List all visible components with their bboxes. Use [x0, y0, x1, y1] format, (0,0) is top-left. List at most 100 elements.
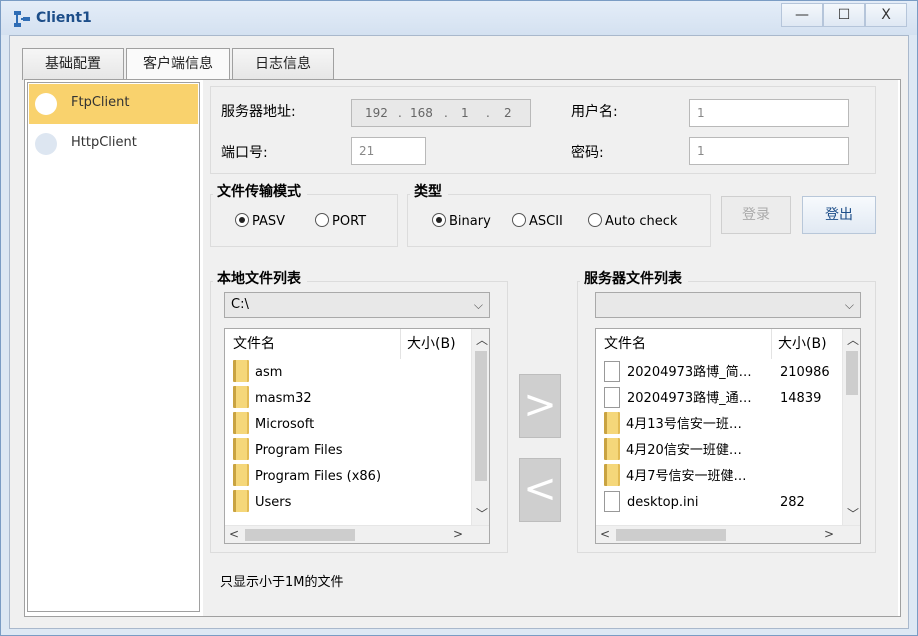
file-name: 4月20信安一班健… [626, 443, 742, 458]
local-col-size[interactable]: 大小(B) [401, 329, 473, 359]
username-label: 用户名: [571, 104, 618, 120]
local-vertical-scrollbar[interactable]: ︿ ﹀ [471, 329, 489, 525]
local-col-name[interactable]: 文件名 [225, 329, 401, 359]
file-name: masm32 [255, 391, 312, 406]
file-name: 4月7号信安一班健… [626, 469, 747, 484]
scroll-up-icon[interactable]: ︿ [476, 331, 488, 348]
type-group: 类型 Binary ASCII Auto check [407, 181, 711, 247]
folder-icon [604, 412, 620, 434]
file-icon [604, 361, 620, 382]
scroll-thumb[interactable] [616, 529, 726, 541]
port-radio[interactable]: PORT [315, 213, 366, 229]
radio-unchecked-icon [315, 213, 329, 227]
server-vertical-scrollbar[interactable]: ︿ ﹀ [842, 329, 860, 525]
tab-log-info[interactable]: 日志信息 [232, 48, 334, 80]
type-title: 类型 [410, 181, 448, 201]
radio-unchecked-icon [512, 213, 526, 227]
chevron-down-icon: ⌵ [844, 298, 854, 312]
login-button[interactable]: 登录 [721, 196, 791, 234]
client-type-list: FtpClient HttpClient [27, 82, 200, 612]
tab-basic-config[interactable]: 基础配置 [22, 48, 124, 80]
radio-checked-icon [235, 213, 249, 227]
scroll-right-icon[interactable]: > [453, 527, 463, 541]
server-col-size[interactable]: 大小(B) [772, 329, 844, 359]
auto-check-label: Auto check [605, 214, 678, 229]
port-mode-label: PORT [332, 214, 367, 229]
radio-unchecked-icon [588, 213, 602, 227]
title-bar[interactable]: Client1 — ☐ X [1, 1, 917, 35]
sidebar-item-httpclient[interactable]: HttpClient [29, 124, 198, 164]
file-name: desktop.ini [627, 495, 699, 510]
client1-window: Client1 — ☐ X 基础配置 客户端信息 日志信息 FtpClient … [0, 0, 918, 636]
server-files-title: 服务器文件列表 [580, 268, 688, 288]
file-name: Program Files [255, 443, 343, 458]
maximize-button[interactable]: ☐ [823, 3, 865, 27]
pasv-label: PASV [252, 214, 286, 229]
server-address-label: 服务器地址: [221, 104, 296, 120]
folder-icon [604, 438, 620, 460]
folder-icon [233, 360, 249, 382]
file-icon [604, 387, 620, 408]
local-path-select[interactable]: C:\ ⌵ [224, 292, 490, 318]
scroll-thumb[interactable] [245, 529, 355, 541]
scroll-down-icon[interactable]: ﹀ [847, 505, 859, 522]
file-name: 20204973路博_通… [627, 391, 752, 406]
port-input[interactable]: 21 [351, 137, 426, 165]
file-icon [604, 491, 620, 512]
password-input[interactable]: 1 [689, 137, 849, 165]
binary-label: Binary [449, 214, 491, 229]
logout-button[interactable]: 登出 [802, 196, 876, 234]
ip-octet-4: 2 [504, 106, 512, 120]
pasv-radio[interactable]: PASV [235, 213, 285, 229]
file-size: 282 [780, 495, 805, 510]
transfer-mode-title: 文件传输模式 [213, 181, 307, 201]
client-status-icon [35, 133, 57, 155]
ip-dot: . [444, 106, 448, 120]
server-path-select[interactable]: ⌵ [595, 292, 861, 318]
scroll-thumb[interactable] [475, 351, 487, 481]
close-button[interactable]: X [865, 3, 907, 27]
folder-icon [604, 464, 620, 486]
server-col-name[interactable]: 文件名 [596, 329, 772, 359]
radio-checked-icon [432, 213, 446, 227]
scroll-up-icon[interactable]: ︿ [847, 331, 859, 348]
file-name: Microsoft [255, 417, 315, 432]
scroll-left-icon[interactable]: < [229, 527, 239, 541]
transfer-mode-group: 文件传输模式 PASV PORT [210, 181, 398, 247]
server-horizontal-scrollbar[interactable]: < > [596, 525, 860, 543]
upload-arrow-button[interactable]: > [519, 374, 561, 438]
local-file-list[interactable]: 文件名 大小(B) asm masm32 Microsoft Program F… [224, 328, 490, 544]
server-files-group: 服务器文件列表 ⌵ 文件名 大小(B) 20204973路博_简… 210986 … [577, 268, 876, 553]
folder-icon [233, 386, 249, 408]
binary-radio[interactable]: Binary [432, 213, 491, 229]
server-config-box: 服务器地址: 192 . 168 . 1 . 2 端口号: 21 用户名: 1 … [210, 86, 876, 174]
scroll-down-icon[interactable]: ﹀ [476, 505, 488, 522]
local-files-title: 本地文件列表 [213, 268, 307, 288]
size-filter-note: 只显示小于1M的文件 [220, 575, 344, 590]
server-file-list[interactable]: 文件名 大小(B) 20204973路博_简… 210986 20204973路博… [595, 328, 861, 544]
download-arrow-button[interactable]: < [519, 458, 561, 522]
scroll-thumb[interactable] [846, 351, 858, 395]
folder-icon [233, 412, 249, 434]
minimize-button[interactable]: — [781, 3, 823, 27]
ascii-radio[interactable]: ASCII [512, 213, 563, 229]
local-horizontal-scrollbar[interactable]: < > [225, 525, 489, 543]
chevron-down-icon: ⌵ [473, 298, 483, 312]
ip-dot: . [486, 106, 490, 120]
ip-dot: . [398, 106, 402, 120]
password-label: 密码: [571, 145, 604, 161]
file-name: asm [255, 365, 283, 380]
sidebar-item-label: FtpClient [71, 95, 130, 110]
username-input[interactable]: 1 [689, 99, 849, 127]
file-size: 14839 [780, 391, 822, 406]
folder-icon [233, 464, 249, 486]
tab-client-info[interactable]: 客户端信息 [126, 48, 230, 81]
ascii-label: ASCII [529, 214, 563, 229]
window-title: Client1 [36, 10, 92, 26]
sidebar-item-ftpclient[interactable]: FtpClient [29, 84, 198, 124]
auto-check-radio[interactable]: Auto check [588, 213, 677, 229]
scroll-left-icon[interactable]: < [600, 527, 610, 541]
scroll-right-icon[interactable]: > [824, 527, 834, 541]
server-ip-input[interactable]: 192 . 168 . 1 . 2 [351, 99, 531, 127]
file-size: 210986 [780, 365, 830, 380]
